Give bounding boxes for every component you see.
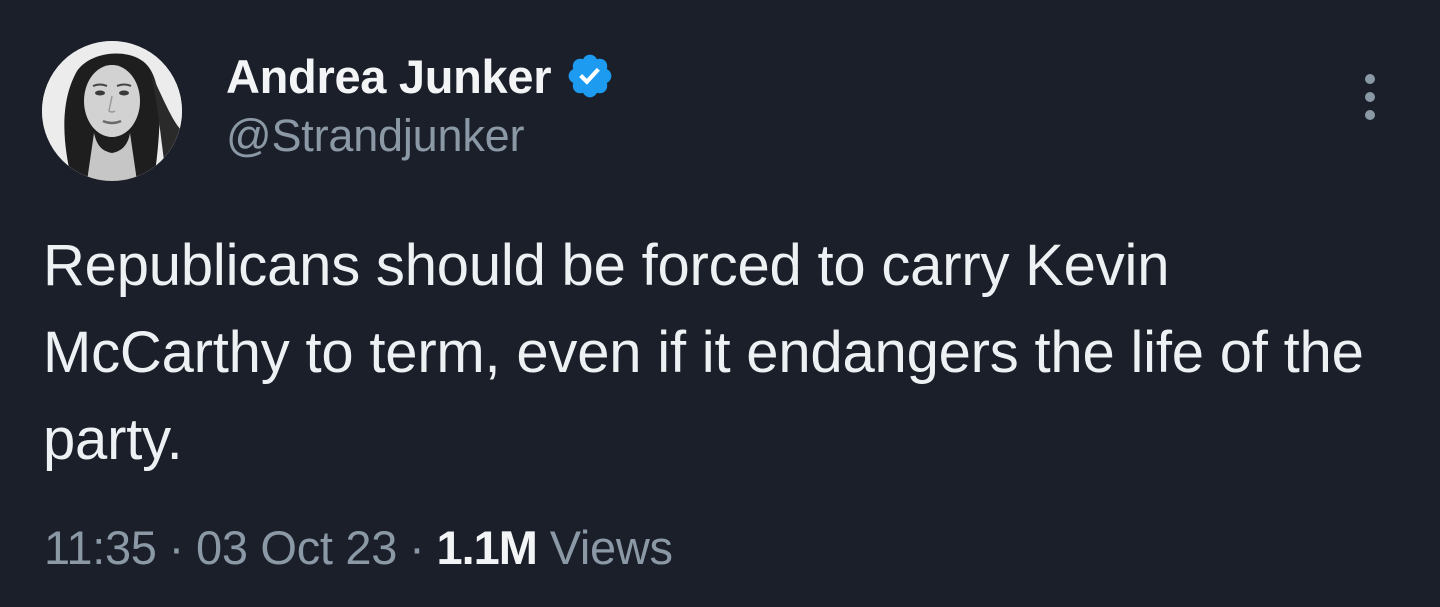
more-options-icon[interactable]: [1350, 70, 1390, 124]
author-handle[interactable]: @Strandjunker: [226, 110, 615, 162]
views-label: Views: [549, 521, 673, 574]
tweet-card: Andrea Junker @Strandjunker Republicans …: [0, 0, 1440, 607]
meta-separator: ·: [168, 521, 185, 574]
author-display-name[interactable]: Andrea Junker: [226, 49, 552, 104]
tweet-date[interactable]: 03 Oct 23: [196, 521, 397, 574]
tweet-time[interactable]: 11:35: [44, 521, 157, 574]
meta-separator: ·: [409, 521, 425, 574]
verified-badge-icon: [565, 51, 615, 101]
avatar[interactable]: [42, 41, 182, 181]
author-block: Andrea Junker @Strandjunker: [226, 46, 615, 162]
tweet-text: Republicans should be forced to carry Ke…: [43, 233, 1364, 472]
user-avatar-photo: [42, 41, 182, 181]
views-count[interactable]: 1.1M: [436, 521, 537, 574]
tweet-meta: 11:35 · 03 Oct 23 · 1.1M Views: [44, 520, 673, 575]
author-name-row: Andrea Junker: [226, 46, 615, 106]
